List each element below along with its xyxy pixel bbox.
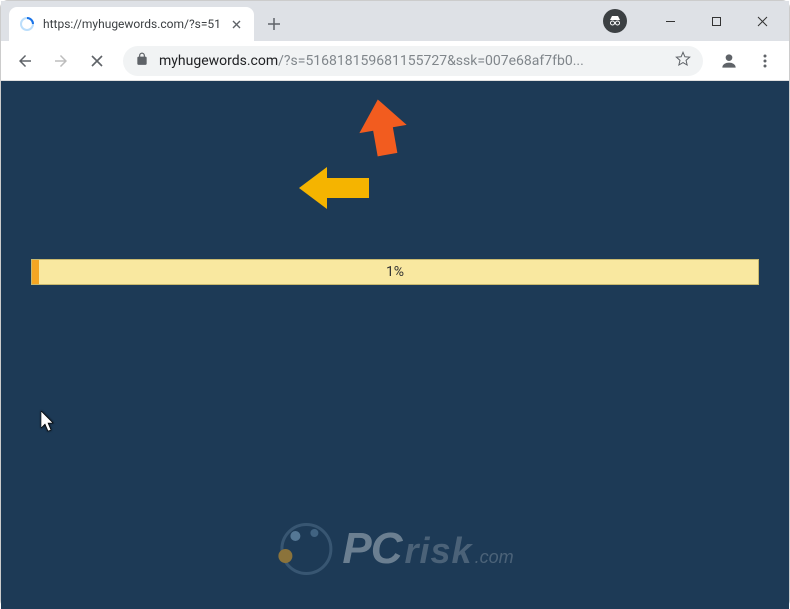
annotation-arrow-up-icon bbox=[359, 99, 407, 163]
window-minimize-button[interactable] bbox=[647, 6, 693, 36]
tab-title: https://myhugewords.com/?s=51 bbox=[43, 17, 228, 31]
menu-button[interactable] bbox=[749, 45, 781, 77]
window-controls bbox=[603, 1, 785, 41]
incognito-icon bbox=[603, 9, 627, 33]
bookmark-star-icon[interactable] bbox=[675, 51, 691, 71]
address-bar[interactable]: myhugewords.com/?s=516818159681155727&ss… bbox=[123, 46, 703, 76]
page-content: 1% PC risk .com bbox=[1, 81, 789, 609]
watermark-globe-icon bbox=[276, 519, 336, 579]
progress-label: 1% bbox=[386, 264, 404, 280]
profile-button[interactable] bbox=[713, 45, 745, 77]
window-maximize-button[interactable] bbox=[693, 6, 739, 36]
forward-button[interactable] bbox=[45, 45, 77, 77]
window-close-button[interactable] bbox=[739, 6, 785, 36]
tab-strip: https://myhugewords.com/?s=51 bbox=[1, 1, 789, 41]
watermark-text: PC risk .com bbox=[342, 524, 513, 574]
progress-bar: 1% bbox=[31, 259, 759, 285]
loading-spinner-icon bbox=[19, 16, 35, 32]
url-text: myhugewords.com/?s=516818159681155727&ss… bbox=[159, 53, 667, 69]
watermark-logo: PC risk .com bbox=[276, 519, 513, 579]
new-tab-button[interactable] bbox=[260, 10, 288, 38]
annotation-arrow-left-icon bbox=[299, 167, 369, 213]
stop-reload-button[interactable] bbox=[81, 45, 113, 77]
browser-toolbar: myhugewords.com/?s=516818159681155727&ss… bbox=[1, 41, 789, 81]
mouse-cursor-icon bbox=[41, 411, 57, 437]
progress-fill bbox=[32, 260, 39, 284]
tab-close-icon[interactable] bbox=[228, 16, 244, 32]
browser-tab[interactable]: https://myhugewords.com/?s=51 bbox=[9, 7, 254, 41]
lock-icon bbox=[135, 52, 149, 70]
back-button[interactable] bbox=[9, 45, 41, 77]
